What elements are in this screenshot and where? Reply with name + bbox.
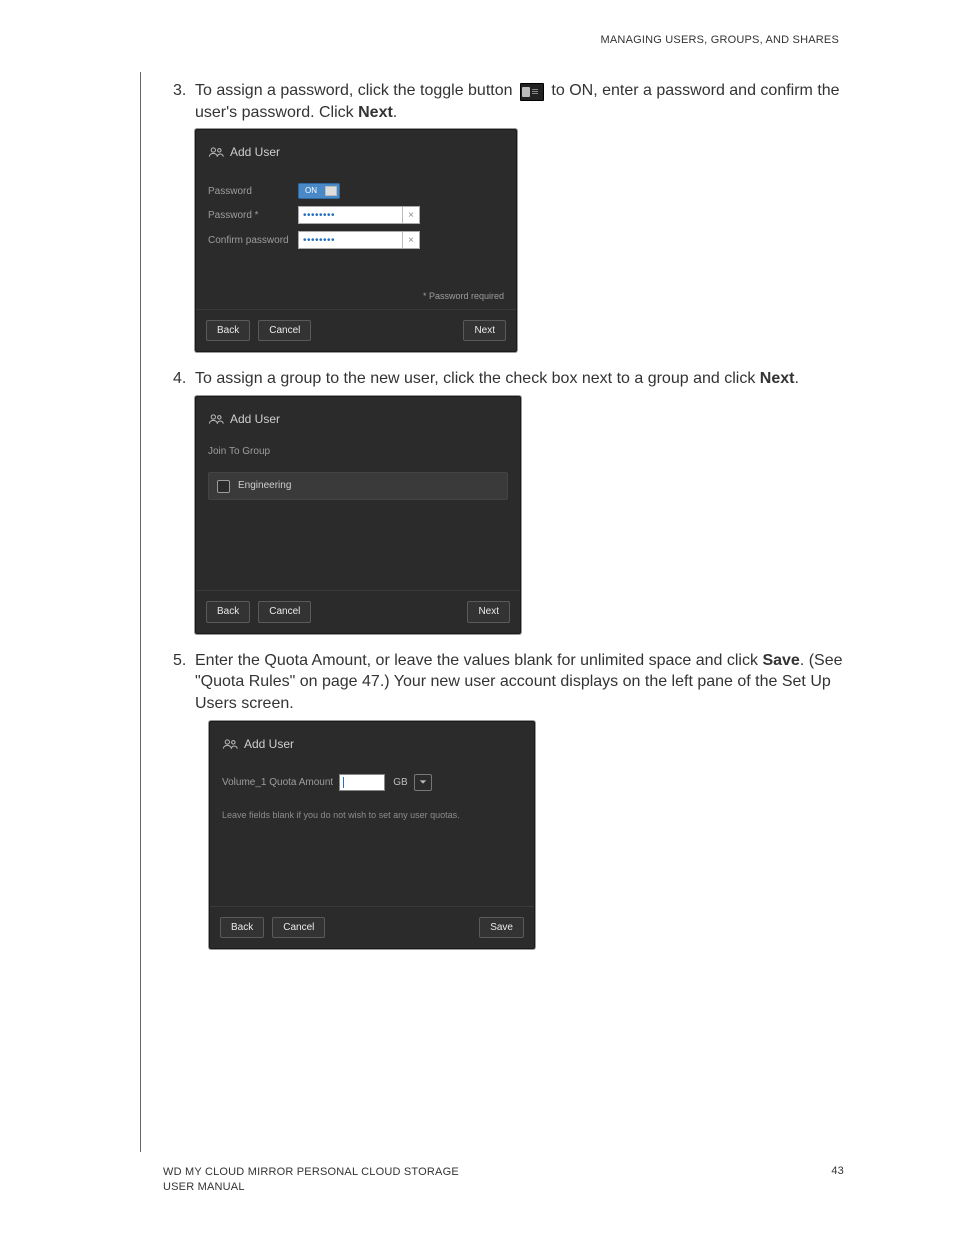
next-button[interactable]: Next — [467, 601, 510, 623]
margin-rule — [140, 72, 141, 1152]
back-button[interactable]: Back — [206, 320, 250, 342]
add-user-password-dialog: Add User Password ON Password * — [195, 129, 517, 352]
cancel-button[interactable]: Cancel — [272, 917, 325, 939]
dialog-title: Add User — [230, 411, 280, 427]
step3-period: . — [393, 104, 397, 121]
confirm-password-value: •••••••• — [299, 234, 402, 248]
join-to-group-label: Join To Group — [196, 439, 520, 469]
step-4: To assign a group to the new user, click… — [195, 368, 844, 634]
quota-amount-input[interactable] — [339, 774, 385, 791]
cancel-button[interactable]: Cancel — [258, 320, 311, 342]
group-name: Engineering — [238, 479, 291, 493]
back-button[interactable]: Back — [220, 917, 264, 939]
clear-icon[interactable]: × — [402, 232, 419, 248]
group-row-engineering[interactable]: Engineering — [208, 472, 508, 500]
running-header: MANAGING USERS, GROUPS, AND SHARES — [601, 34, 839, 46]
step3-text-a: To assign a password, click the toggle b… — [195, 82, 513, 99]
footer-product: WD MY CLOUD MIRROR PERSONAL CLOUD STORAG… — [163, 1165, 831, 1180]
add-user-group-dialog: Add User Join To Group Engineering Back … — [195, 396, 521, 634]
quota-unit: GB — [393, 776, 407, 790]
step5-save: Save — [762, 652, 799, 669]
page-footer: WD MY CLOUD MIRROR PERSONAL CLOUD STORAG… — [163, 1165, 844, 1195]
step5-text-a: Enter the Quota Amount, or leave the val… — [195, 652, 762, 669]
toggle-state: ON — [301, 186, 321, 197]
add-user-quota-dialog: Add User Volume_1 Quota Amount GB Leave … — [209, 721, 535, 950]
save-button[interactable]: Save — [479, 917, 524, 939]
step-5: Enter the Quota Amount, or leave the val… — [195, 650, 844, 949]
clear-icon[interactable]: × — [402, 207, 419, 223]
quota-hint: Leave fields blank if you do not wish to… — [222, 809, 522, 821]
next-button[interactable]: Next — [463, 320, 506, 342]
step4-period: . — [794, 370, 798, 387]
password-input[interactable]: •••••••• × — [298, 206, 420, 224]
toggle-handle-icon — [325, 186, 337, 196]
content-area: To assign a password, click the toggle b… — [173, 80, 844, 965]
label-confirm-password: Confirm password — [208, 234, 298, 248]
step-3: To assign a password, click the toggle b… — [195, 80, 844, 352]
quota-unit-dropdown[interactable] — [414, 774, 432, 791]
users-icon — [208, 146, 224, 158]
label-password: Password — [208, 185, 298, 199]
password-required-note: * Password required — [196, 284, 516, 308]
users-icon — [222, 738, 238, 750]
step3-next: Next — [358, 104, 393, 121]
password-input-value: •••••••• — [299, 209, 402, 223]
step4-text: To assign a group to the new user, click… — [195, 370, 760, 387]
users-icon — [208, 413, 224, 425]
group-checkbox[interactable] — [217, 480, 230, 493]
cancel-button[interactable]: Cancel — [258, 601, 311, 623]
dialog-title: Add User — [244, 736, 294, 752]
back-button[interactable]: Back — [206, 601, 250, 623]
step4-next: Next — [760, 370, 795, 387]
label-password-req: Password * — [208, 209, 298, 223]
dialog-title: Add User — [230, 144, 280, 160]
page-number: 43 — [831, 1165, 844, 1195]
quota-label: Volume_1 Quota Amount — [222, 776, 333, 790]
footer-doc: USER MANUAL — [163, 1180, 831, 1195]
password-toggle[interactable]: ON — [298, 183, 340, 199]
confirm-password-input[interactable]: •••••••• × — [298, 231, 420, 249]
toggle-icon-inline — [520, 83, 544, 101]
